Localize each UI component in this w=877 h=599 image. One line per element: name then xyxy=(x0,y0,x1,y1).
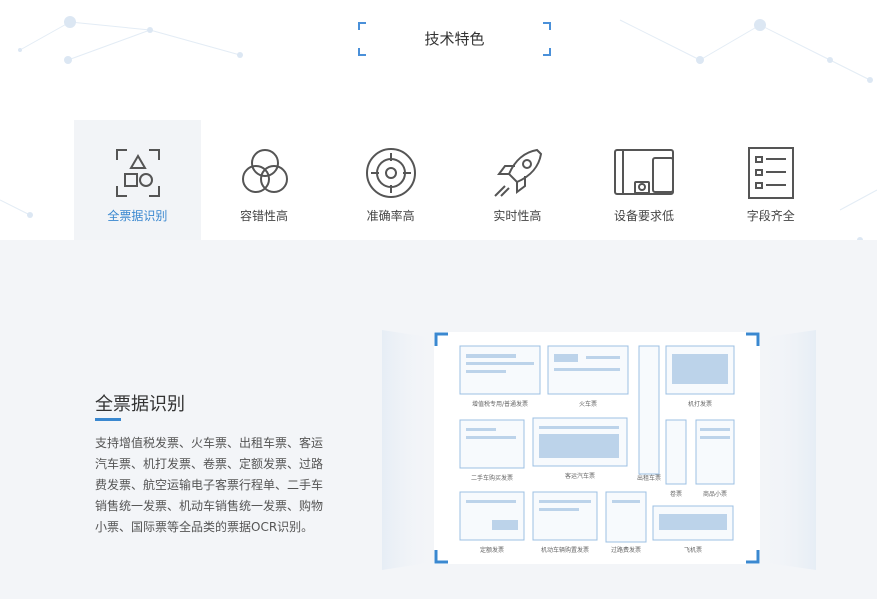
tab-label: 全票据识别 xyxy=(107,209,168,223)
tab-label: 实时性高 xyxy=(493,209,542,223)
tab-real-time[interactable]: 实时性高 xyxy=(454,120,581,240)
target-icon xyxy=(366,148,417,198)
doc-label-used-car: 二手车购买发票 xyxy=(471,474,513,482)
ticket-collage-illustration: 增值税专用/普通发票 火车票 机打发票 二手车购买发票 客运汽车票 出租车票 卷… xyxy=(382,330,816,570)
doc-label-bus: 客运汽车票 xyxy=(565,472,595,480)
overlapping-circles-icon xyxy=(241,149,288,193)
rocket-icon xyxy=(494,148,543,197)
tab-complete-fields[interactable]: 字段齐全 xyxy=(707,120,834,240)
tab-low-device-requirement[interactable]: 设备要求低 xyxy=(581,120,708,240)
feature-tabs: 全票据识别 容错性高 准确率高 实时性高 设备要求低 字段齐全 xyxy=(74,120,834,240)
list-fields-icon xyxy=(748,147,795,199)
tab-accuracy[interactable]: 准确率高 xyxy=(327,120,454,240)
doc-label-taxi: 出租车票 xyxy=(637,474,661,482)
tab-full-ticket-recognition[interactable]: 全票据识别 xyxy=(74,120,201,240)
tab-label: 字段齐全 xyxy=(746,209,795,223)
section-header: 技术特色 xyxy=(358,22,551,56)
ticket-shapes-icon xyxy=(116,149,160,197)
tab-fault-tolerance[interactable]: 容错性高 xyxy=(201,120,328,240)
section-title: 技术特色 xyxy=(424,30,485,48)
title-underline xyxy=(95,418,121,421)
doc-label-vat: 增值税专用/普通发票 xyxy=(472,400,528,408)
devices-icon xyxy=(613,149,674,195)
doc-label-air: 飞机票 xyxy=(684,546,702,554)
doc-label-toll: 过路费发票 xyxy=(611,546,641,554)
doc-label-roll: 卷票 xyxy=(670,490,682,498)
detail-title: 全票据识别 xyxy=(95,394,185,415)
doc-label-shopping: 商品小票 xyxy=(703,490,727,498)
detail-description: 支持增值税发票、火车票、出租车票、客运汽车票、机打发票、卷票、定额发票、过路费发… xyxy=(95,436,324,534)
doc-label-vehicle: 机动车辆购置发票 xyxy=(541,546,589,554)
tab-label: 容错性高 xyxy=(240,209,289,223)
feature-detail-panel: 全票据识别 支持增值税发票、火车票、出租车票、客运汽车票、机打发票、卷票、定额发… xyxy=(0,240,877,599)
tab-label: 准确率高 xyxy=(366,209,415,223)
doc-label-machine: 机打发票 xyxy=(688,400,712,408)
doc-label-quota: 定额发票 xyxy=(480,546,504,554)
tab-label: 设备要求低 xyxy=(614,209,675,223)
doc-label-train: 火车票 xyxy=(579,400,597,408)
